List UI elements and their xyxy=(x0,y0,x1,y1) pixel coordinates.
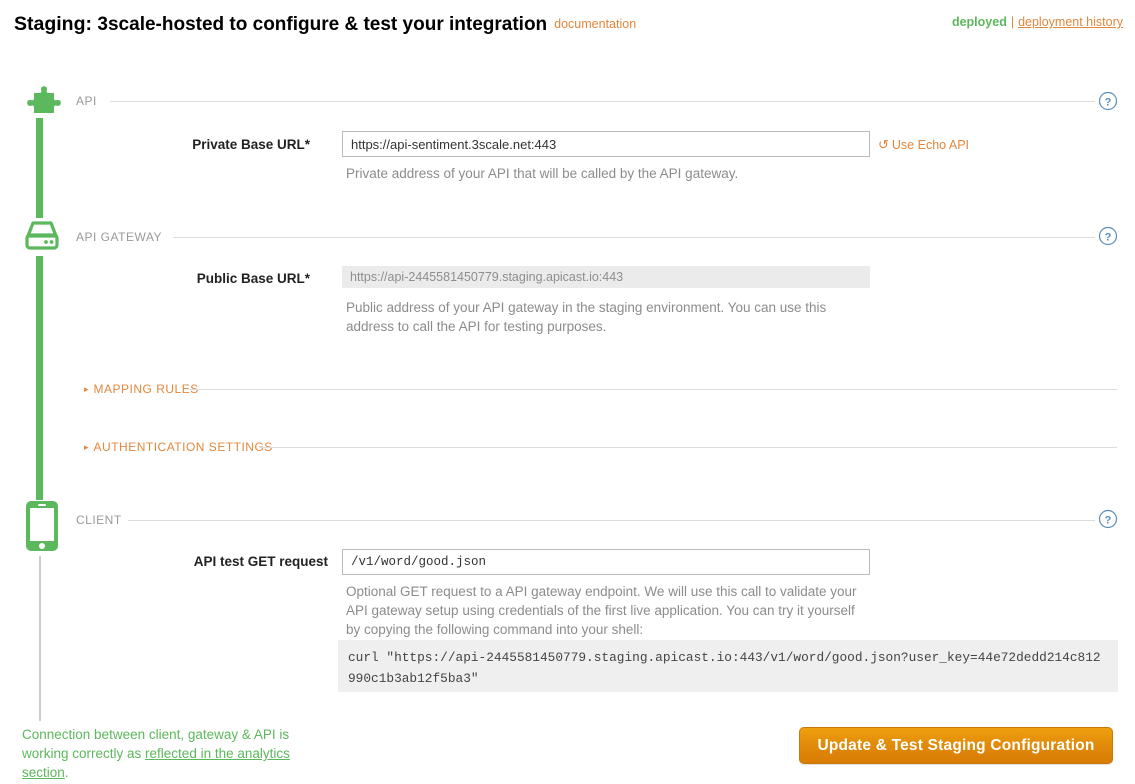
mapping-rules-toggle[interactable]: ▸ MAPPING RULES xyxy=(84,381,1117,397)
reset-arrow-icon: ↺ xyxy=(878,137,889,152)
public-base-url-readonly: https://api-2445581450779.staging.apicas… xyxy=(342,266,870,288)
rail-connector-gateway-to-client xyxy=(36,256,43,500)
use-echo-api-link[interactable]: ↺ Use Echo API xyxy=(878,137,969,153)
section-label-client: CLIENT xyxy=(76,513,122,527)
chevron-right-icon-mapping-rules: ▸ xyxy=(84,384,89,394)
public-base-url-label: Public Base URL* xyxy=(196,271,310,286)
help-icon-gateway[interactable]: ? xyxy=(1098,226,1118,246)
page-title-rest: 3scale-hosted to configure & test your i… xyxy=(97,14,548,35)
use-echo-api-label: Use Echo API xyxy=(891,138,970,152)
chevron-right-icon-auth-settings: ▸ xyxy=(84,442,89,452)
svg-text:?: ? xyxy=(1105,514,1112,526)
page-header: Staging: 3scale-hosted to configure & te… xyxy=(0,0,1135,52)
header-separator: | xyxy=(1010,15,1015,29)
authentication-settings-rule xyxy=(260,447,1117,448)
api-test-get-request-input[interactable] xyxy=(342,549,870,575)
mobile-phone-icon xyxy=(24,500,60,552)
page-title: Staging: 3scale-hosted to configure & te… xyxy=(14,13,636,36)
documentation-link[interactable]: documentation xyxy=(554,17,636,31)
api-test-get-request-label: API test GET request xyxy=(193,554,328,569)
server-icon xyxy=(20,218,64,258)
authentication-settings-toggle[interactable]: ▸ AUTHENTICATION SETTINGS xyxy=(84,439,1117,455)
section-rule-gateway xyxy=(173,237,1095,238)
authentication-settings-label: AUTHENTICATION SETTINGS xyxy=(93,440,273,454)
connection-status-message: Connection between client, gateway & API… xyxy=(22,725,322,782)
private-base-url-label: Private Base URL* xyxy=(192,137,310,152)
section-header-client: CLIENT xyxy=(76,511,1095,529)
update-test-staging-configuration-button[interactable]: Update & Test Staging Configuration xyxy=(799,727,1113,764)
help-icon-client[interactable]: ? xyxy=(1098,509,1118,529)
section-rule-client xyxy=(128,520,1095,521)
section-header-api: API xyxy=(76,92,1095,110)
mapping-rules-rule xyxy=(189,389,1117,390)
api-test-get-request-hint: Optional GET request to a API gateway en… xyxy=(346,584,857,637)
staging-configuration-page: Staging: 3scale-hosted to configure & te… xyxy=(0,0,1135,784)
rail-connector-client-to-footer xyxy=(39,556,41,721)
svg-text:?: ? xyxy=(1105,96,1112,108)
section-label-api: API xyxy=(76,94,97,108)
rail-connector-api-to-gateway xyxy=(36,118,43,218)
connection-status-suffix: . xyxy=(64,765,69,780)
page-title-strong: Staging: xyxy=(14,13,92,35)
section-header-gateway: API GATEWAY xyxy=(76,228,1095,246)
deploy-status-badge: deployed xyxy=(951,15,1007,29)
section-rule-api xyxy=(110,101,1095,102)
private-base-url-input[interactable] xyxy=(342,131,870,157)
puzzle-piece-icon xyxy=(24,82,66,118)
private-base-url-hint: Private address of your API that will be… xyxy=(346,166,739,181)
mapping-rules-label: MAPPING RULES xyxy=(93,382,199,396)
svg-text:?: ? xyxy=(1105,231,1112,243)
public-base-url-hint: Public address of your API gateway in th… xyxy=(346,300,827,334)
deployment-history-link[interactable]: deployment history xyxy=(1018,15,1123,29)
section-label-gateway: API GATEWAY xyxy=(76,230,162,244)
curl-command-block: curl "https://api-2445581450779.staging.… xyxy=(338,640,1118,692)
help-icon-api[interactable]: ? xyxy=(1098,91,1118,111)
header-status-area: deployed | deployment history xyxy=(952,15,1123,29)
